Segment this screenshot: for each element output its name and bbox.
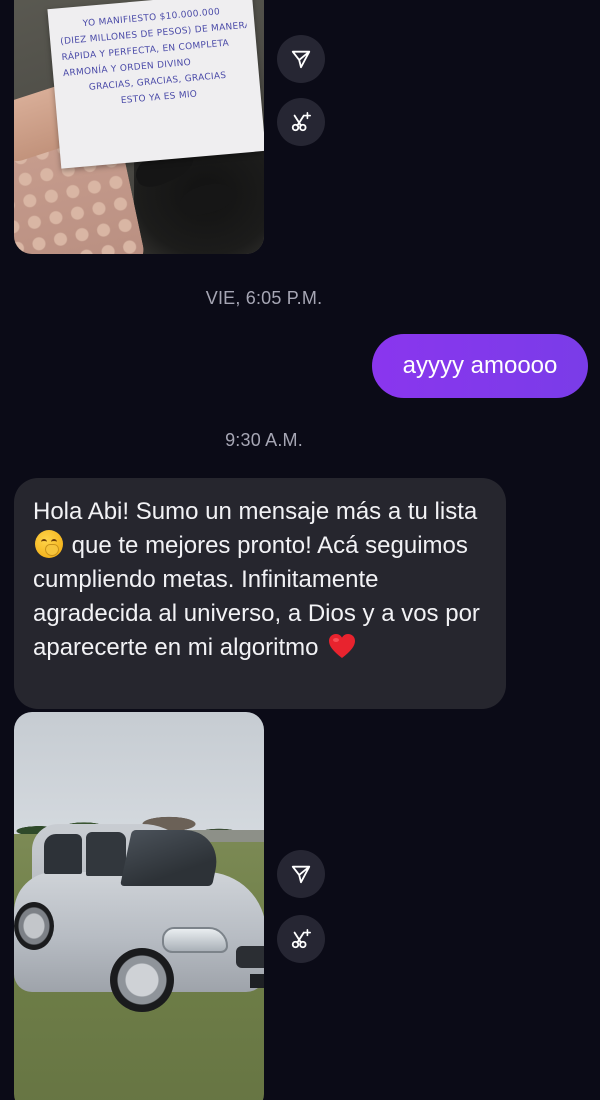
red-heart-icon — [328, 633, 356, 659]
handwritten-note: Yo manifiesto $10.000.000 (Diez millones… — [47, 0, 264, 169]
shared-photo-note[interactable]: Yo manifiesto $10.000.000 (Diez millones… — [14, 0, 264, 254]
incoming-message-text: que te mejores pronto! Acá seguimos cump… — [33, 532, 480, 661]
face-with-hand-over-mouth-icon — [35, 530, 63, 558]
car-headlight — [162, 927, 228, 953]
message-timestamp: 9:30 A.M. — [225, 430, 303, 450]
car-grille — [236, 946, 264, 968]
car-window — [44, 834, 82, 874]
paper-plane-icon — [291, 50, 311, 69]
remix-button[interactable] — [277, 98, 325, 146]
car-wheel — [14, 902, 54, 950]
remix-button[interactable] — [277, 915, 325, 963]
incoming-message-text: Hola Abi! Sumo un mensaje más a tu lista — [33, 498, 478, 525]
shared-photo-car[interactable] — [14, 712, 264, 1100]
share-button[interactable] — [277, 850, 325, 898]
outgoing-message-bubble[interactable]: ayyyy amoooo — [372, 334, 588, 398]
message-timestamp: VIE, 6:05 P.M. — [205, 288, 323, 308]
paper-plane-icon — [291, 865, 311, 884]
car-wheel — [110, 948, 174, 1012]
incoming-message-bubble[interactable]: Hola Abi! Sumo un mensaje más a tu lista… — [14, 478, 506, 709]
outgoing-message-text: ayyyy amoooo — [402, 352, 558, 379]
car-plate — [250, 974, 264, 988]
share-button[interactable] — [277, 35, 325, 83]
scissors-sparkle-icon — [291, 929, 311, 949]
car-window — [86, 832, 126, 876]
scissors-sparkle-icon — [291, 112, 311, 132]
